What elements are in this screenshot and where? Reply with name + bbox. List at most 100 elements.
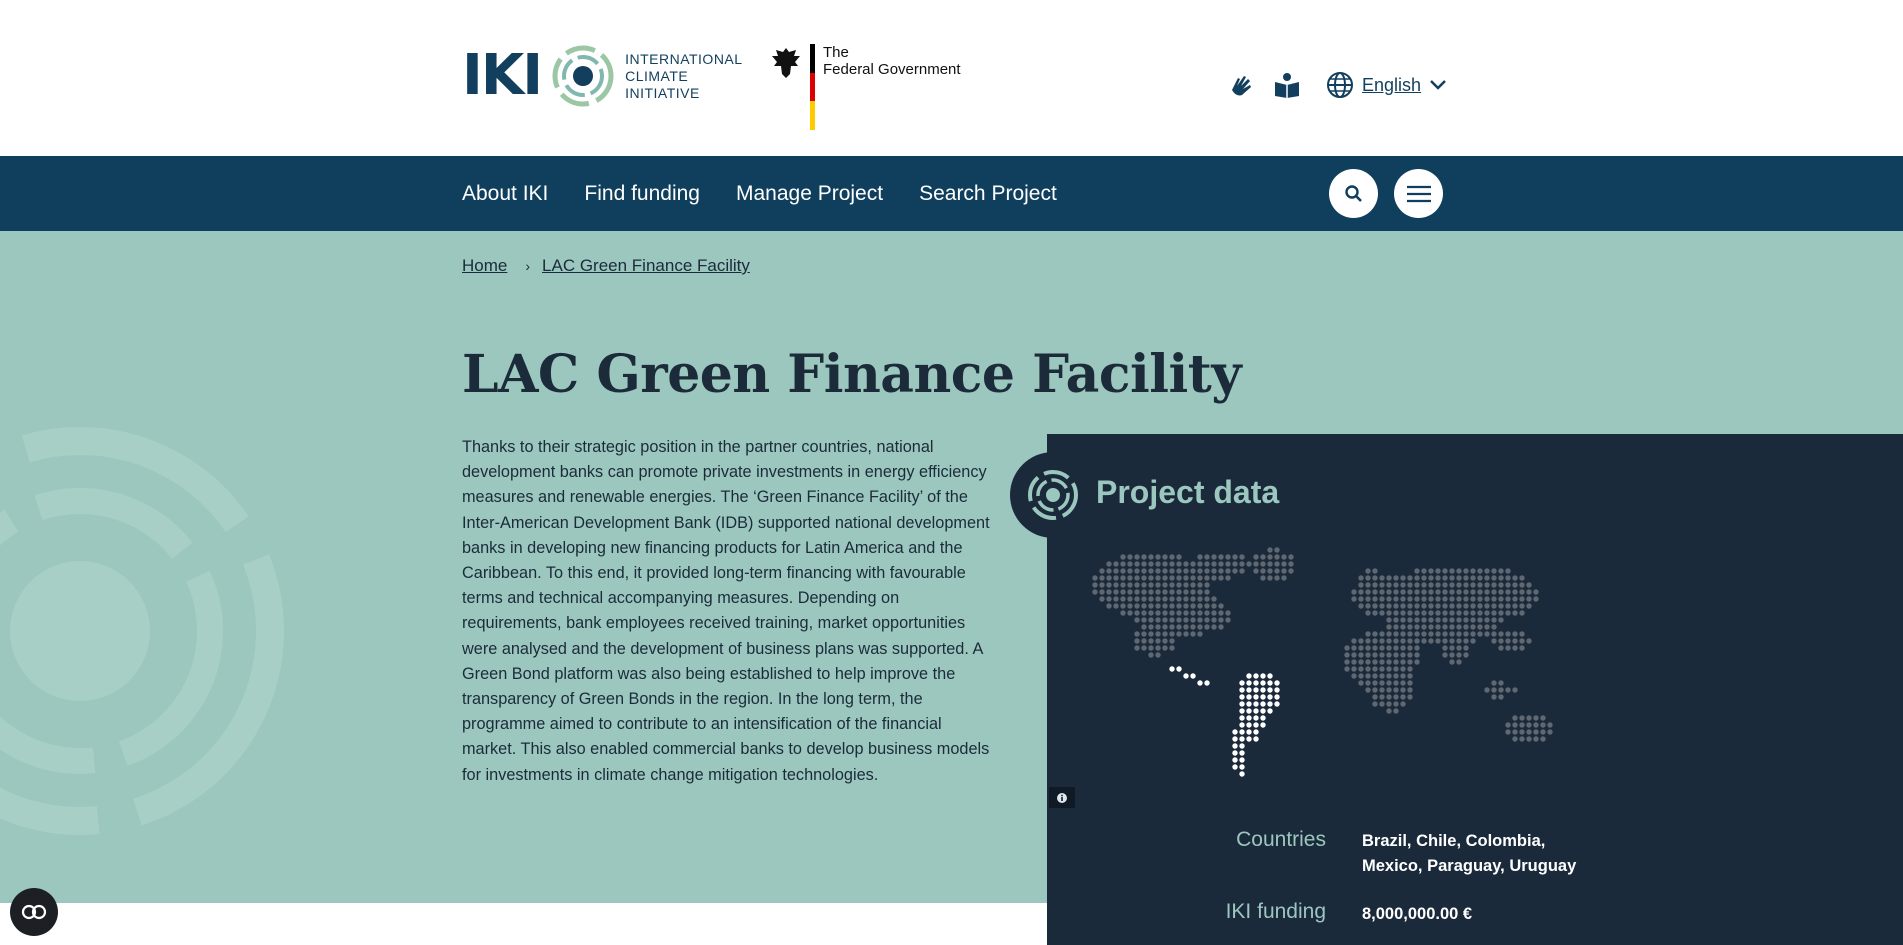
map-dot — [1428, 610, 1434, 616]
map-dot — [1491, 687, 1497, 693]
map-dot — [1225, 575, 1231, 581]
map-dot — [1211, 568, 1217, 574]
map-dot — [1148, 589, 1154, 595]
map-dot — [1183, 624, 1189, 630]
search-button[interactable] — [1329, 169, 1378, 218]
map-dot — [1407, 575, 1413, 581]
map-dot — [1176, 631, 1182, 637]
map-dot — [1141, 554, 1147, 560]
map-dot — [1491, 638, 1497, 644]
map-dot — [1204, 554, 1210, 560]
map-dot — [1274, 694, 1280, 700]
map-dot — [1197, 568, 1203, 574]
federal-government-logo[interactable]: The Federal Government — [770, 44, 961, 131]
map-dot — [1400, 666, 1406, 672]
map-dot — [1225, 561, 1231, 567]
map-dot — [1358, 673, 1364, 679]
map-dot — [1239, 715, 1245, 721]
map-dot — [1470, 575, 1476, 581]
menu-button[interactable] — [1394, 169, 1443, 218]
map-dot — [1155, 568, 1161, 574]
nav-about-iki[interactable]: About IKI — [462, 182, 548, 206]
map-dot — [1358, 575, 1364, 581]
map-dot — [1414, 596, 1420, 602]
map-dot — [1134, 631, 1140, 637]
map-dot — [1526, 729, 1532, 735]
map-dot — [1540, 736, 1546, 742]
breadcrumb-current[interactable]: LAC Green Finance Facility — [542, 256, 750, 276]
nav-find-funding[interactable]: Find funding — [584, 182, 700, 206]
map-dot — [1533, 715, 1539, 721]
map-dot — [1414, 652, 1420, 658]
map-dot — [1484, 624, 1490, 630]
map-dot — [1113, 568, 1119, 574]
map-dot — [1400, 610, 1406, 616]
map-dot — [1449, 652, 1455, 658]
map-dot — [1463, 645, 1469, 651]
map-dot — [1477, 603, 1483, 609]
nav-manage-project[interactable]: Manage Project — [736, 182, 883, 206]
map-dot — [1246, 736, 1252, 742]
map-dot — [1512, 722, 1518, 728]
map-dot — [1365, 687, 1371, 693]
map-dot — [1456, 568, 1462, 574]
map-dot — [1400, 638, 1406, 644]
iki-logo-letters: IKI — [462, 43, 543, 108]
map-dot — [1407, 652, 1413, 658]
map-dot — [1246, 561, 1252, 567]
intro-paragraph: Thanks to their strategic position in th… — [462, 438, 990, 784]
map-dot — [1526, 589, 1532, 595]
map-dot — [1176, 589, 1182, 595]
map-dot — [1148, 610, 1154, 616]
map-dot — [1260, 687, 1266, 693]
map-dot — [1498, 589, 1504, 595]
map-dot — [1365, 659, 1371, 665]
map-dot — [1246, 715, 1252, 721]
map-dot — [1491, 610, 1497, 616]
map-dot — [1393, 659, 1399, 665]
iki-logo[interactable]: IKI INTERNATIONAL CLIMATE INITIATIVE — [462, 44, 743, 108]
map-dot — [1288, 554, 1294, 560]
map-dot — [1365, 645, 1371, 651]
map-dot — [1148, 624, 1154, 630]
cookie-settings-button[interactable] — [10, 888, 58, 936]
map-dot — [1204, 617, 1210, 623]
map-dot — [1141, 631, 1147, 637]
map-dot — [1512, 603, 1518, 609]
map-dot — [1218, 624, 1224, 630]
map-dot — [1421, 575, 1427, 581]
map-info-button[interactable] — [1049, 787, 1075, 808]
easy-read-icon[interactable] — [1272, 70, 1302, 100]
sign-language-icon[interactable] — [1226, 70, 1256, 100]
map-dot — [1449, 638, 1455, 644]
map-dot — [1386, 582, 1392, 588]
map-dot — [1498, 596, 1504, 602]
language-selector[interactable]: English — [1326, 71, 1447, 99]
map-dot — [1197, 589, 1203, 595]
globe-icon — [1327, 72, 1353, 98]
breadcrumb-home[interactable]: Home — [462, 256, 507, 276]
world-map — [1092, 547, 1553, 777]
map-dot — [1239, 771, 1245, 777]
map-dot — [1183, 631, 1189, 637]
map-dot — [1484, 568, 1490, 574]
map-dot — [1526, 582, 1532, 588]
map-dot — [1365, 638, 1371, 644]
map-dot — [1505, 596, 1511, 602]
iki-ring-icon — [552, 45, 614, 107]
map-dot — [1260, 554, 1266, 560]
map-dot — [1141, 582, 1147, 588]
map-dot — [1372, 589, 1378, 595]
map-dot — [1393, 617, 1399, 623]
map-dot — [1190, 589, 1196, 595]
map-dot — [1449, 582, 1455, 588]
map-dot — [1127, 568, 1133, 574]
map-dot — [1421, 617, 1427, 623]
map-dot — [1379, 575, 1385, 581]
map-dot — [1393, 631, 1399, 637]
map-dot — [1120, 589, 1126, 595]
map-dot — [1372, 701, 1378, 707]
map-dot — [1470, 617, 1476, 623]
map-dot — [1435, 589, 1441, 595]
nav-search-project[interactable]: Search Project — [919, 182, 1057, 206]
